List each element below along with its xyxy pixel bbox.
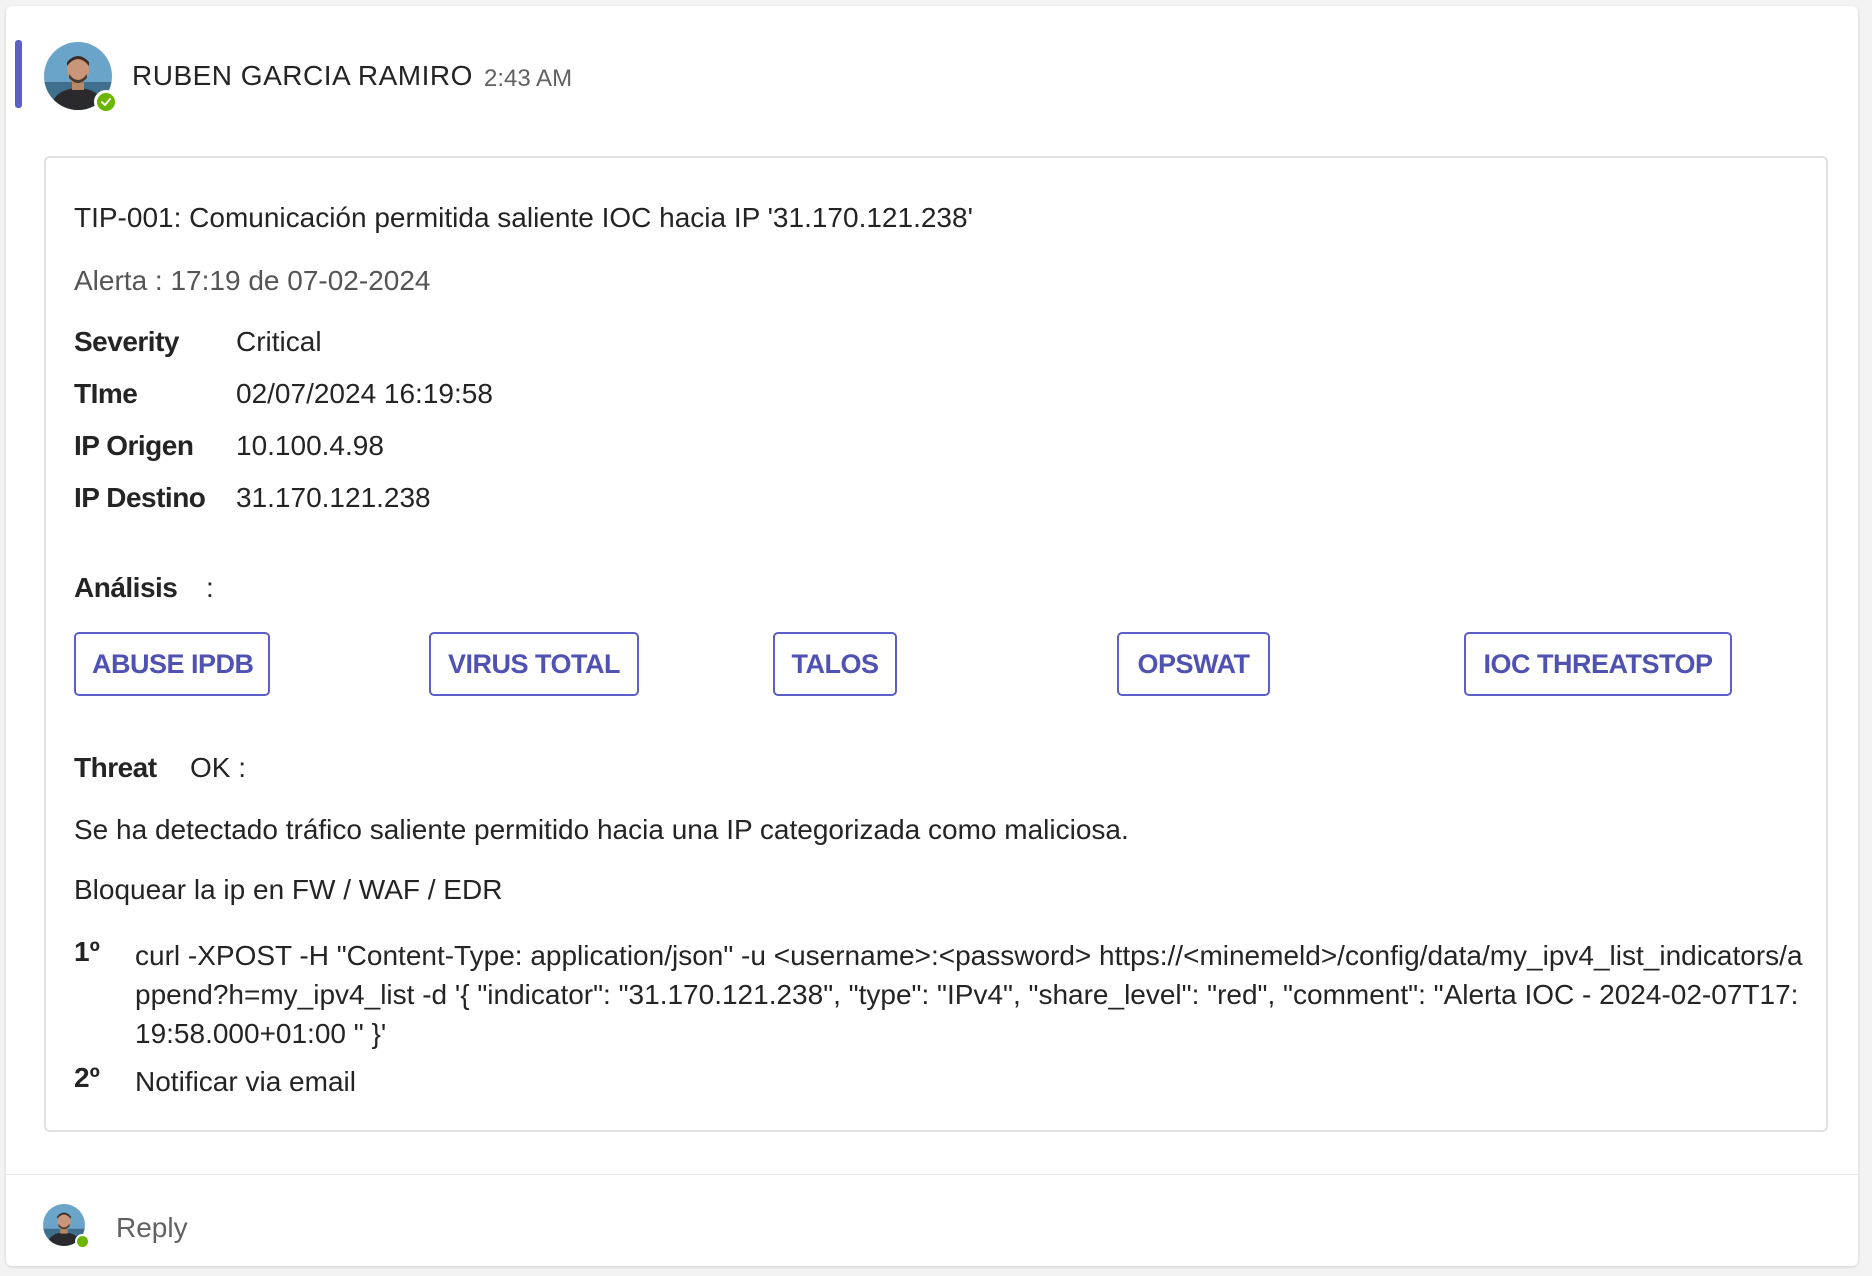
abuse-ipdb-button[interactable]: ABUSE IPDB xyxy=(74,632,270,696)
threat-row: Threat OK : xyxy=(74,752,246,784)
available-check-icon xyxy=(75,1234,90,1249)
adaptive-card: TIP-001: Comunicación permitida saliente… xyxy=(44,156,1828,1132)
recommendation-text: Bloquear la ip en FW / WAF / EDR xyxy=(74,874,503,905)
fact-value: 31.170.121.238 xyxy=(236,482,431,513)
card-subtitle: Alerta : 17:19 de 07-02-2024 xyxy=(74,265,431,296)
reply-divider xyxy=(6,1174,1858,1175)
threat-value: OK : xyxy=(190,752,247,783)
step-text: Notificar via email xyxy=(135,1066,356,1097)
opswat-button[interactable]: OPSWAT xyxy=(1117,632,1270,696)
analysis-key: Análisis xyxy=(74,572,178,603)
fact-key: Severity xyxy=(74,326,179,357)
threat-key: Threat xyxy=(74,752,157,783)
reply-button[interactable]: Reply xyxy=(116,1212,188,1244)
detection-text: Se ha detectado tráfico saliente permiti… xyxy=(74,814,1129,845)
fact-value: 10.100.4.98 xyxy=(236,430,384,461)
message-post: RUBEN GARCIA RAMIRO 2:43 AM TIP-001: Com… xyxy=(6,6,1858,1266)
author-avatar[interactable] xyxy=(44,42,118,114)
message-accent-bar xyxy=(15,40,22,108)
ioc-threatstop-button[interactable]: IOC THREATSTOP xyxy=(1464,632,1732,696)
analysis-label: Análisis : xyxy=(74,572,214,604)
talos-button[interactable]: TALOS xyxy=(773,632,897,696)
fact-value: 02/07/2024 16:19:58 xyxy=(236,378,493,409)
virus-total-button[interactable]: VIRUS TOTAL xyxy=(429,632,639,696)
step-number: 2º xyxy=(74,1062,100,1093)
fact-key: TIme xyxy=(74,378,138,409)
author-name[interactable]: RUBEN GARCIA RAMIRO xyxy=(132,60,473,92)
card-title: TIP-001: Comunicación permitida saliente… xyxy=(74,202,973,233)
available-check-icon xyxy=(94,90,118,114)
reply-avatar xyxy=(43,1204,90,1249)
step-text: curl -XPOST -H "Content-Type: applicatio… xyxy=(135,940,1803,1049)
message-timestamp: 2:43 AM xyxy=(484,65,573,92)
fact-value: Critical xyxy=(236,326,322,357)
fact-key: IP Destino xyxy=(74,482,206,513)
fact-key: IP Origen xyxy=(74,430,194,461)
step-number: 1º xyxy=(74,936,100,967)
analysis-separator: : xyxy=(206,572,214,603)
